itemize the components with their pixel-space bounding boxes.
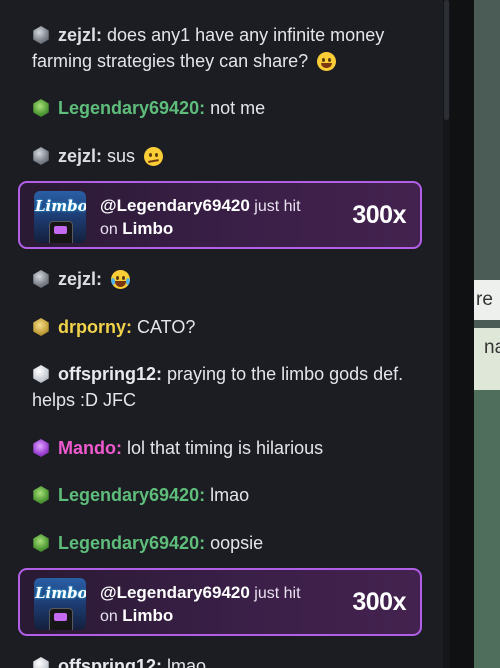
chat-scrollbar[interactable] <box>443 0 450 668</box>
background-text: re <box>476 289 493 310</box>
chat-message-text: lol that timing is hilarious <box>127 438 324 458</box>
background-card: na <box>474 328 500 390</box>
chat-message: drporny: CATO? <box>32 314 412 340</box>
rank-badge-icon <box>33 147 49 165</box>
chat-username[interactable]: offspring12: <box>58 364 162 384</box>
bet-multiplier: 300x <box>352 588 406 616</box>
bet-on: on <box>100 221 118 238</box>
chat-panel: zejzl: does any1 have any infinite money… <box>0 0 443 668</box>
chat-username[interactable]: Legendary69420: <box>58 98 205 118</box>
background-text: na <box>484 337 500 358</box>
chat-message: Legendary69420: lmao <box>32 482 412 508</box>
bet-game[interactable]: Limbo <box>122 219 173 238</box>
grinning-emoji-icon <box>317 52 337 71</box>
chat-username[interactable]: zejzl: <box>58 146 102 166</box>
limbo-game-logo: Limbo <box>34 191 86 243</box>
chat-message-text: CATO? <box>137 317 196 337</box>
chat-message: zejzl: sus <box>32 143 412 169</box>
slot-machine-icon <box>49 608 73 630</box>
rank-badge-icon <box>33 99 49 117</box>
rank-badge-icon <box>33 365 49 383</box>
bet-action: just hit <box>254 198 301 215</box>
chat-message-text: lmao <box>167 656 207 668</box>
chat-username[interactable]: offspring12: <box>58 656 162 668</box>
chat-message: Mando: lol that timing is hilarious <box>32 435 412 461</box>
rank-badge-icon <box>33 26 49 44</box>
logo-text: Limbo <box>35 584 86 602</box>
chat-message-text: oopsie <box>210 533 264 553</box>
chat-message: offspring12: lmao <box>32 653 412 668</box>
bet-username[interactable]: @Legendary69420 <box>100 196 250 215</box>
bet-multiplier: 300x <box>352 201 406 229</box>
background-card: re <box>474 280 500 320</box>
bet-notification[interactable]: Limbo @Legendary69420 just hit on Limbo … <box>18 181 422 249</box>
chat-message: offspring12: praying to the limbo gods d… <box>32 361 412 413</box>
scrollbar-thumb[interactable] <box>444 0 449 120</box>
background-strip <box>474 320 500 328</box>
rank-badge-icon <box>33 439 49 457</box>
slot-machine-icon <box>49 221 73 243</box>
bet-description: @Legendary69420 just hit on Limbo <box>100 582 340 628</box>
rank-badge-icon <box>33 318 49 336</box>
chat-username[interactable]: Legendary69420: <box>58 533 205 553</box>
bet-notification[interactable]: Limbo @Legendary69420 just hit on Limbo … <box>18 568 422 636</box>
bet-action: just hit <box>254 585 301 602</box>
smirk-emoji-icon <box>144 147 164 166</box>
chat-message-text: sus <box>107 146 136 166</box>
chat-message: zejzl: does any1 have any infinite money… <box>32 22 412 74</box>
background-page-edge: re na <box>450 0 500 668</box>
chat-username[interactable]: drporny: <box>58 317 132 337</box>
bet-on: on <box>100 608 118 625</box>
chat-username[interactable]: Mando: <box>58 438 122 458</box>
logo-text: Limbo <box>35 197 86 215</box>
chat-username[interactable]: Legendary69420: <box>58 485 205 505</box>
chat-message-text: not me <box>210 98 266 118</box>
rank-badge-icon <box>33 657 49 668</box>
chat-username[interactable]: zejzl: <box>58 25 102 45</box>
chat-message: Legendary69420: not me <box>32 95 412 121</box>
tears-of-joy-emoji-icon <box>111 270 131 289</box>
background-strip <box>474 0 500 280</box>
bet-username[interactable]: @Legendary69420 <box>100 583 250 602</box>
chat-message: Legendary69420: oopsie <box>32 530 412 556</box>
rank-badge-icon <box>33 270 49 288</box>
chat-message: zejzl: <box>32 266 412 292</box>
rank-badge-icon <box>33 534 49 552</box>
rank-badge-icon <box>33 486 49 504</box>
bet-description: @Legendary69420 just hit on Limbo <box>100 195 340 241</box>
chat-message-text: lmao <box>210 485 250 505</box>
limbo-game-logo: Limbo <box>34 578 86 630</box>
background-strip <box>474 390 500 668</box>
bet-game[interactable]: Limbo <box>122 606 173 625</box>
chat-username[interactable]: zejzl: <box>58 269 102 289</box>
